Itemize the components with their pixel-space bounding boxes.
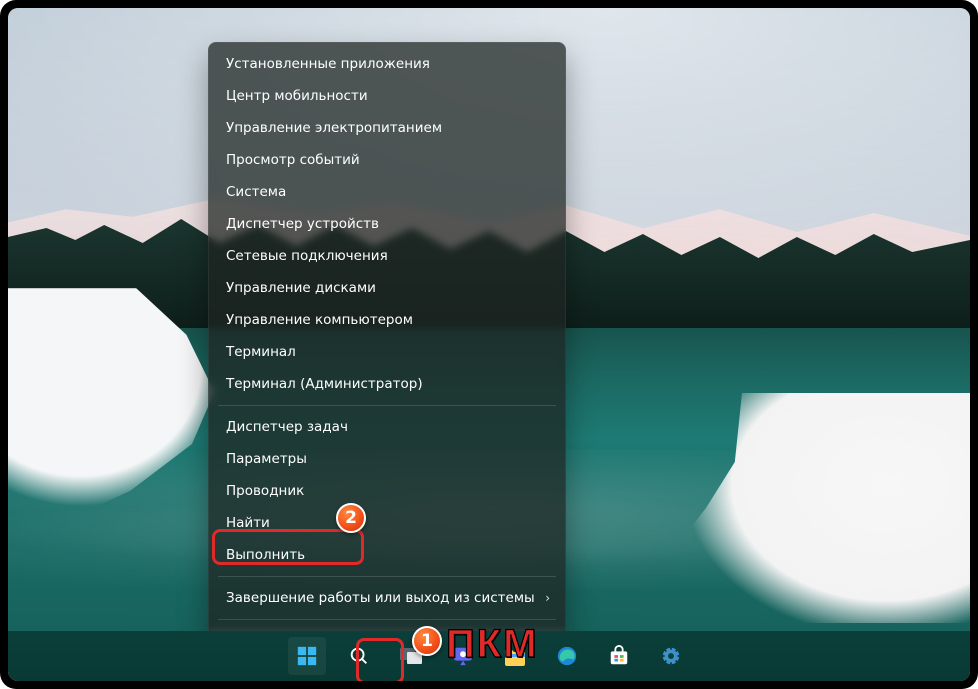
taskbar — [8, 631, 970, 681]
menu-item-computer-management[interactable]: Управление компьютером — [212, 304, 562, 336]
menu-item-terminal[interactable]: Терминал — [212, 336, 562, 368]
winx-context-menu: Установленные приложения Центр мобильнос… — [208, 42, 566, 663]
store-button[interactable] — [600, 637, 638, 675]
menu-label: Просмотр событий — [226, 152, 360, 168]
menu-item-search[interactable]: Найти — [212, 507, 562, 539]
menu-label: Сетевые подключения — [226, 248, 388, 264]
menu-separator — [218, 405, 556, 406]
file-explorer-button[interactable] — [496, 637, 534, 675]
menu-label: Управление электропитанием — [226, 120, 442, 136]
menu-separator — [218, 576, 556, 577]
edge-icon — [556, 645, 578, 667]
menu-item-task-manager[interactable]: Диспетчер задач — [212, 411, 562, 443]
menu-label: Проводник — [226, 483, 304, 499]
windows-icon — [296, 645, 318, 667]
menu-label: Терминал (Администратор) — [226, 376, 423, 392]
chevron-right-icon: › — [545, 591, 550, 605]
chat-button[interactable] — [444, 637, 482, 675]
menu-item-explorer[interactable]: Проводник — [212, 475, 562, 507]
menu-label: Найти — [226, 515, 270, 531]
desktop[interactable]: Установленные приложения Центр мобильнос… — [8, 8, 970, 681]
menu-item-shutdown-signout[interactable]: Завершение работы или выход из системы › — [212, 582, 562, 614]
menu-item-event-viewer[interactable]: Просмотр событий — [212, 144, 562, 176]
menu-item-run[interactable]: Выполнить — [212, 539, 562, 571]
menu-label: Установленные приложения — [226, 56, 430, 72]
menu-label: Управление компьютером — [226, 312, 413, 328]
menu-label: Управление дисками — [226, 280, 376, 296]
menu-item-terminal-admin[interactable]: Терминал (Администратор) — [212, 368, 562, 400]
menu-label: Параметры — [226, 451, 307, 467]
menu-label: Диспетчер устройств — [226, 216, 379, 232]
menu-item-settings[interactable]: Параметры — [212, 443, 562, 475]
search-button[interactable] — [340, 637, 378, 675]
task-view-button[interactable] — [392, 637, 430, 675]
search-icon — [348, 645, 370, 667]
menu-label: Завершение работы или выход из системы — [226, 590, 535, 606]
folder-icon — [503, 645, 527, 667]
task-view-icon — [399, 645, 423, 667]
settings-button[interactable] — [652, 637, 690, 675]
menu-item-power-options[interactable]: Управление электропитанием — [212, 112, 562, 144]
menu-label: Центр мобильности — [226, 88, 368, 104]
menu-separator — [218, 619, 556, 620]
menu-label: Выполнить — [226, 547, 305, 563]
menu-label: Система — [226, 184, 286, 200]
screenshot-frame: Установленные приложения Центр мобильнос… — [0, 0, 978, 689]
menu-item-system[interactable]: Система — [212, 176, 562, 208]
chat-icon — [452, 645, 474, 667]
menu-item-disk-management[interactable]: Управление дисками — [212, 272, 562, 304]
menu-item-device-manager[interactable]: Диспетчер устройств — [212, 208, 562, 240]
menu-label: Терминал — [226, 344, 296, 360]
menu-label: Диспетчер задач — [226, 419, 348, 435]
menu-item-network-connections[interactable]: Сетевые подключения — [212, 240, 562, 272]
menu-item-installed-apps[interactable]: Установленные приложения — [212, 48, 562, 80]
menu-item-mobility-center[interactable]: Центр мобильности — [212, 80, 562, 112]
store-icon — [608, 645, 630, 667]
gear-icon — [660, 645, 682, 667]
edge-button[interactable] — [548, 637, 586, 675]
start-button[interactable] — [288, 637, 326, 675]
